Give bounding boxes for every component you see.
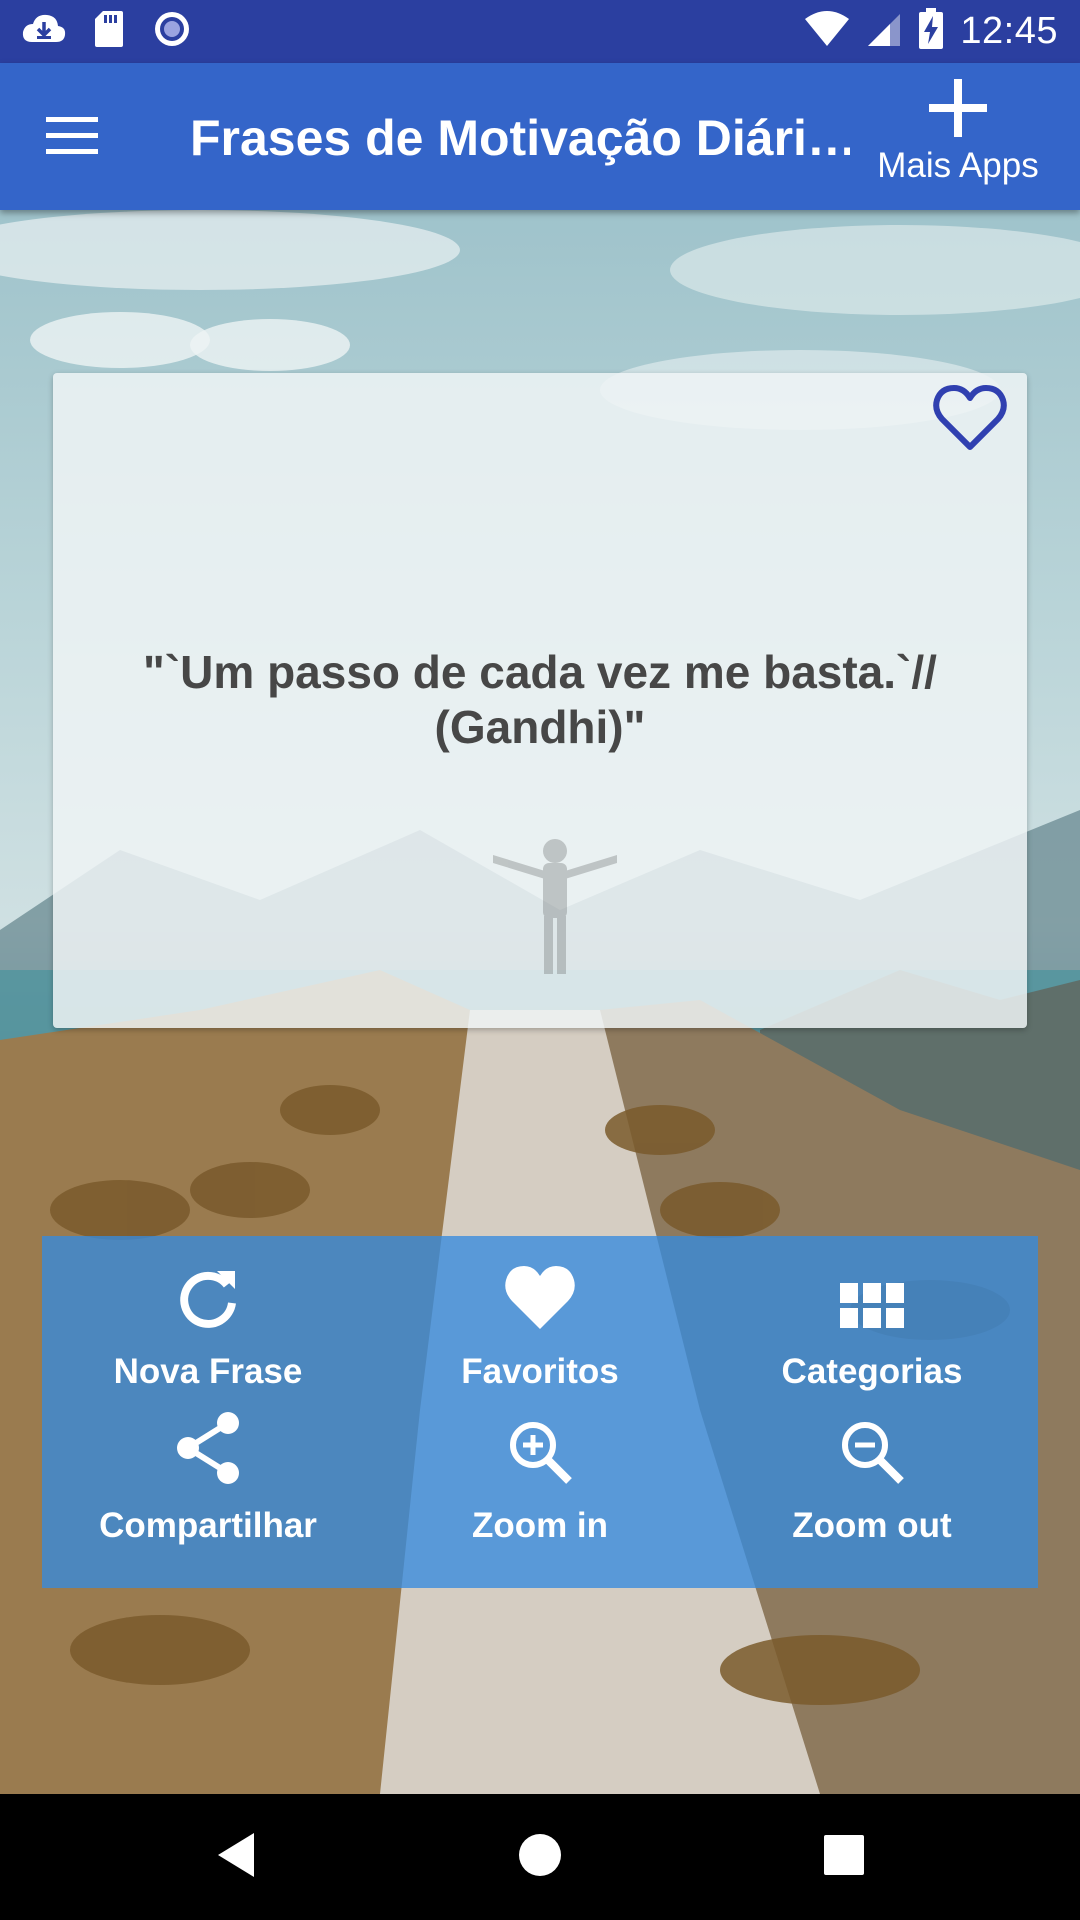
heart-outline-icon xyxy=(932,383,1008,458)
quote-text: "`Um passo de cada vez me basta.`// (Gan… xyxy=(143,646,937,754)
categories-button[interactable]: Categorias xyxy=(706,1236,1038,1412)
back-button[interactable] xyxy=(196,1822,276,1892)
recents-button[interactable] xyxy=(804,1822,884,1892)
favorite-toggle[interactable] xyxy=(929,379,1011,461)
battery-charging-icon xyxy=(918,8,944,55)
back-icon xyxy=(214,1831,258,1884)
action-label: Categorias xyxy=(781,1352,963,1391)
screen: 12:45 Frases de Motivação Diári… Mais Ap… xyxy=(0,0,1080,1920)
hamburger-menu-icon[interactable] xyxy=(42,106,102,166)
plus-icon xyxy=(927,77,989,144)
action-label: Compartilhar xyxy=(99,1506,317,1545)
action-label: Favoritos xyxy=(461,1352,619,1391)
home-icon xyxy=(518,1833,562,1882)
zoom-in-icon xyxy=(507,1419,573,1490)
more-apps-button[interactable]: Mais Apps xyxy=(868,77,1048,207)
app-title: Frases de Motivação Diári… xyxy=(190,110,850,166)
signal-icon xyxy=(866,11,902,52)
status-bar: 12:45 xyxy=(0,0,1080,63)
share-icon xyxy=(174,1411,242,1490)
zoom-out-icon xyxy=(839,1419,905,1490)
share-button[interactable]: Compartilhar xyxy=(42,1412,374,1588)
recents-icon xyxy=(823,1834,865,1881)
record-icon xyxy=(152,9,192,54)
favorites-button[interactable]: Favoritos xyxy=(374,1236,706,1412)
zoom-in-button[interactable]: Zoom in xyxy=(374,1412,706,1588)
status-time: 12:45 xyxy=(960,10,1058,52)
sd-card-icon xyxy=(94,10,124,53)
more-apps-label: Mais Apps xyxy=(877,146,1039,185)
action-label: Nova Frase xyxy=(113,1352,303,1391)
home-button[interactable] xyxy=(500,1822,580,1892)
refresh-icon xyxy=(175,1265,241,1336)
wifi-icon xyxy=(804,11,850,52)
heart-icon xyxy=(503,1263,577,1336)
action-label: Zoom out xyxy=(792,1506,952,1545)
new-quote-button[interactable]: Nova Frase xyxy=(42,1236,374,1412)
navigation-bar xyxy=(0,1794,1080,1920)
quote-card: "`Um passo de cada vez me basta.`// (Gan… xyxy=(53,373,1027,1028)
zoom-out-button[interactable]: Zoom out xyxy=(706,1412,1038,1588)
download-icon xyxy=(22,12,66,51)
action-label: Zoom in xyxy=(471,1506,609,1545)
content-area: "`Um passo de cada vez me basta.`// (Gan… xyxy=(0,210,1080,1794)
action-panel: Nova Frase Favoritos Categorias Comparti… xyxy=(42,1236,1038,1588)
app-bar: Frases de Motivação Diári… Mais Apps xyxy=(0,63,1080,210)
grid-icon xyxy=(840,1283,904,1336)
